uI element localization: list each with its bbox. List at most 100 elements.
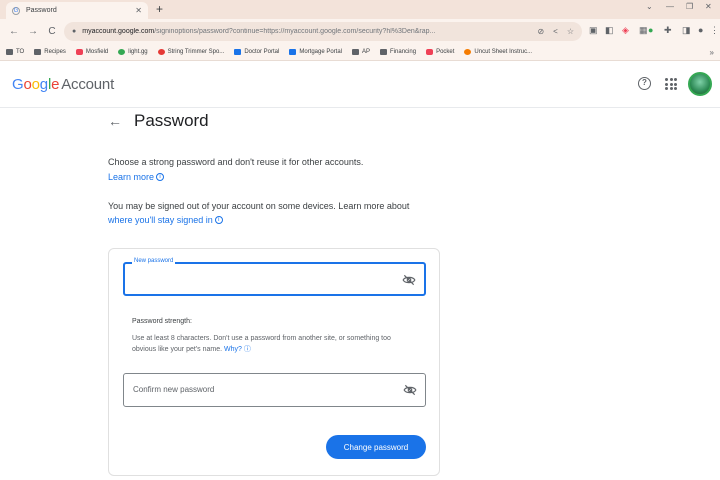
- bookmark-item[interactable]: Uncut Sheet Instruc...: [464, 49, 532, 55]
- browser-toolbar: ← → C ● myaccount.google.com/signinoptio…: [0, 19, 720, 44]
- address-bar[interactable]: ● myaccount.google.com/signinoptions/pas…: [64, 22, 582, 41]
- back-arrow-icon[interactable]: ←: [108, 113, 122, 129]
- password-strength-label: Password strength:: [132, 318, 192, 325]
- bookmark-label: String Trimmer Spo...: [167, 49, 225, 55]
- back-nav-icon[interactable]: ←: [6, 26, 22, 37]
- more-bookmarks-icon[interactable]: »: [710, 48, 714, 57]
- why-link[interactable]: Why? ⓘ: [224, 346, 251, 353]
- extension-icon[interactable]: ●: [648, 25, 653, 35]
- avatar[interactable]: [688, 72, 712, 96]
- site-icon: [289, 49, 297, 55]
- page-title-row: ← Password: [108, 109, 209, 133]
- bookmark-item[interactable]: Pocket: [426, 49, 454, 55]
- side-panel-icon[interactable]: ◨: [682, 25, 691, 36]
- stay-signed-in-label: where you'll stay signed in: [108, 215, 213, 225]
- stay-signed-in-link[interactable]: where you'll stay signed in i: [108, 215, 223, 225]
- extension-icon[interactable]: ▣: [589, 25, 598, 36]
- bookmark-label: Recipes: [44, 49, 66, 55]
- folder-icon: [352, 49, 360, 55]
- new-password-label: New password: [132, 258, 176, 264]
- extensions-puzzle-icon[interactable]: ✚: [664, 25, 672, 36]
- url-path: /signinoptions/password?continue=https:/…: [154, 28, 436, 35]
- bookmark-item[interactable]: Doctor Portal: [234, 49, 279, 55]
- help-icon[interactable]: ?: [638, 77, 651, 90]
- bookmark-item[interactable]: Financing: [380, 49, 416, 55]
- tab-close-icon[interactable]: ✕: [135, 6, 142, 15]
- logo-letter: e: [51, 76, 60, 93]
- logo-letter: g: [39, 76, 48, 93]
- reload-icon[interactable]: C: [44, 26, 60, 37]
- bookmark-label: Doctor Portal: [244, 49, 280, 55]
- folder-icon: [34, 49, 42, 55]
- info-icon: i: [214, 216, 223, 224]
- info-icon: i: [156, 173, 165, 181]
- hide-password-eye-icon[interactable]: [402, 273, 416, 287]
- bookmark-label: Financing: [390, 49, 417, 55]
- maximize-icon[interactable]: ❐: [686, 2, 693, 11]
- site-icon: [234, 49, 242, 55]
- learn-more-link[interactable]: Learn more i: [108, 172, 165, 182]
- site-icon: [464, 49, 472, 55]
- tab-search-icon[interactable]: ⌄: [646, 2, 653, 11]
- bookmark-item[interactable]: Recipes: [34, 49, 66, 55]
- pocket-icon: [426, 49, 434, 55]
- bookmark-label: AP: [362, 49, 371, 55]
- learn-more-label: Learn more: [108, 172, 155, 182]
- url-text: myaccount.google.com/signinoptions/passw…: [82, 28, 435, 35]
- confirm-password-field[interactable]: Confirm new password: [123, 373, 426, 407]
- logo-letter: o: [31, 76, 40, 93]
- extension-icon[interactable]: ▦: [639, 25, 648, 36]
- bookmark-star-icon[interactable]: ☆: [567, 27, 574, 36]
- bookmark-item[interactable]: AP: [352, 49, 370, 55]
- youtube-icon: [157, 49, 165, 55]
- change-password-button[interactable]: Change password: [326, 435, 426, 459]
- page-title: Password: [134, 111, 209, 130]
- bookmark-item[interactable]: TO: [6, 49, 24, 55]
- new-password-input[interactable]: [133, 272, 393, 288]
- site-icon: [75, 49, 83, 55]
- google-account-logo[interactable]: Google Account: [12, 76, 114, 93]
- signout-note: You may be signed out of your account on…: [108, 201, 410, 211]
- bookmark-label: TO: [16, 49, 25, 55]
- bookmark-label: Mosfield: [85, 49, 109, 55]
- hide-icon[interactable]: ⊘: [537, 27, 544, 36]
- new-password-field[interactable]: New password: [123, 258, 426, 296]
- bookmark-item[interactable]: light.gg: [118, 49, 148, 55]
- extension-icon[interactable]: ◧: [605, 25, 614, 36]
- lock-icon: ●: [72, 28, 77, 35]
- pocket-extension-icon[interactable]: ◈: [622, 25, 629, 36]
- info-icon: ⓘ: [243, 346, 251, 353]
- kebab-menu-icon[interactable]: ⋮: [710, 25, 719, 36]
- browser-tab[interactable]: G Password ✕: [6, 2, 148, 19]
- profile-icon[interactable]: ●: [698, 25, 703, 35]
- bookmark-label: Mortgage Portal: [299, 49, 343, 55]
- apps-grid-icon[interactable]: [665, 78, 677, 90]
- new-tab-button[interactable]: +: [156, 2, 163, 16]
- folder-icon: [380, 49, 388, 55]
- bookmark-item[interactable]: Mortgage Portal: [289, 49, 342, 55]
- site-icon: [118, 49, 126, 55]
- tab-title: Password: [26, 7, 57, 14]
- logo-letter: o: [23, 76, 32, 93]
- intro-text: Choose a strong password and don't reuse…: [108, 157, 364, 167]
- minimize-icon[interactable]: —: [666, 2, 674, 11]
- forward-nav-icon[interactable]: →: [25, 26, 41, 37]
- apps-icon: [6, 49, 13, 55]
- logo-letter: G: [12, 76, 24, 93]
- logo-suffix: Account: [61, 76, 115, 93]
- share-icon[interactable]: <: [553, 27, 558, 36]
- app-header: Google Account ?: [0, 61, 720, 108]
- bookmark-label: light.gg: [128, 49, 148, 55]
- bookmark-label: Pocket: [436, 49, 455, 55]
- bookmark-item[interactable]: Mosfield: [75, 49, 109, 55]
- url-host: myaccount.google.com: [82, 28, 155, 35]
- bookmark-item[interactable]: String Trimmer Spo...: [157, 49, 225, 55]
- confirm-password-placeholder: Confirm new password: [133, 385, 215, 394]
- hide-password-eye-icon[interactable]: [403, 383, 417, 397]
- bookmarks-bar: TO Recipes Mosfield light.gg String Trimmer …: [0, 44, 720, 61]
- close-window-icon[interactable]: ✕: [705, 2, 712, 11]
- strength-desc-text: Use at least 8 characters. Don't use a p…: [132, 335, 391, 353]
- browser-tabstrip: G Password ✕ + ⌄ — ❐ ✕: [0, 0, 720, 19]
- password-strength-description: Use at least 8 characters. Don't use a p…: [132, 333, 412, 355]
- why-label: Why?: [224, 346, 242, 353]
